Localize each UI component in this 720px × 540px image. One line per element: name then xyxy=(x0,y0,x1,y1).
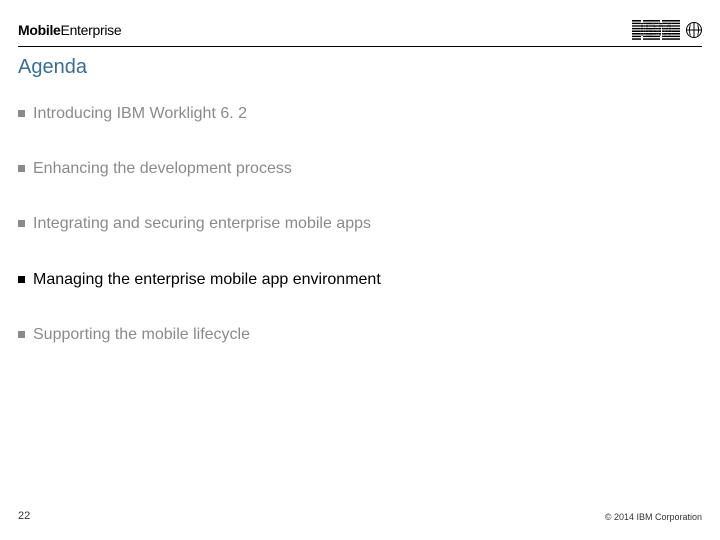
agenda-item: Integrating and securing enterprise mobi… xyxy=(18,214,690,233)
bullet-icon xyxy=(18,331,25,338)
brand: MobileEnterprise xyxy=(18,22,121,38)
header: MobileEnterprise xyxy=(18,20,702,47)
agenda-item-text: Introducing IBM Worklight 6. 2 xyxy=(33,104,247,123)
agenda-item-active: Managing the enterprise mobile app envir… xyxy=(18,270,690,289)
agenda-item-text: Integrating and securing enterprise mobi… xyxy=(33,214,371,233)
page-number: 22 xyxy=(18,510,30,522)
agenda-item-text: Enhancing the development process xyxy=(33,159,292,178)
bullet-icon xyxy=(18,220,25,227)
logo-wrap: IBM IBM xyxy=(632,20,702,40)
agenda-item-text: Supporting the mobile lifecycle xyxy=(33,325,250,344)
globe-icon xyxy=(686,22,702,38)
agenda-item: Supporting the mobile lifecycle xyxy=(18,325,690,344)
ibm-logo-icon: IBM IBM xyxy=(632,20,680,40)
agenda-list: Introducing IBM Worklight 6. 2 Enhancing… xyxy=(18,104,690,380)
agenda-item: Enhancing the development process xyxy=(18,159,690,178)
brand-light: Enterprise xyxy=(61,22,122,38)
agenda-item-text: Managing the enterprise mobile app envir… xyxy=(33,270,381,289)
bullet-icon xyxy=(18,276,25,283)
bullet-icon xyxy=(18,110,25,117)
copyright: © 2014 IBM Corporation xyxy=(605,512,702,522)
slide-title: Agenda xyxy=(18,56,87,79)
slide: MobileEnterprise xyxy=(0,0,720,540)
agenda-item: Introducing IBM Worklight 6. 2 xyxy=(18,104,690,123)
bullet-icon xyxy=(18,165,25,172)
brand-bold: Mobile xyxy=(18,22,61,38)
